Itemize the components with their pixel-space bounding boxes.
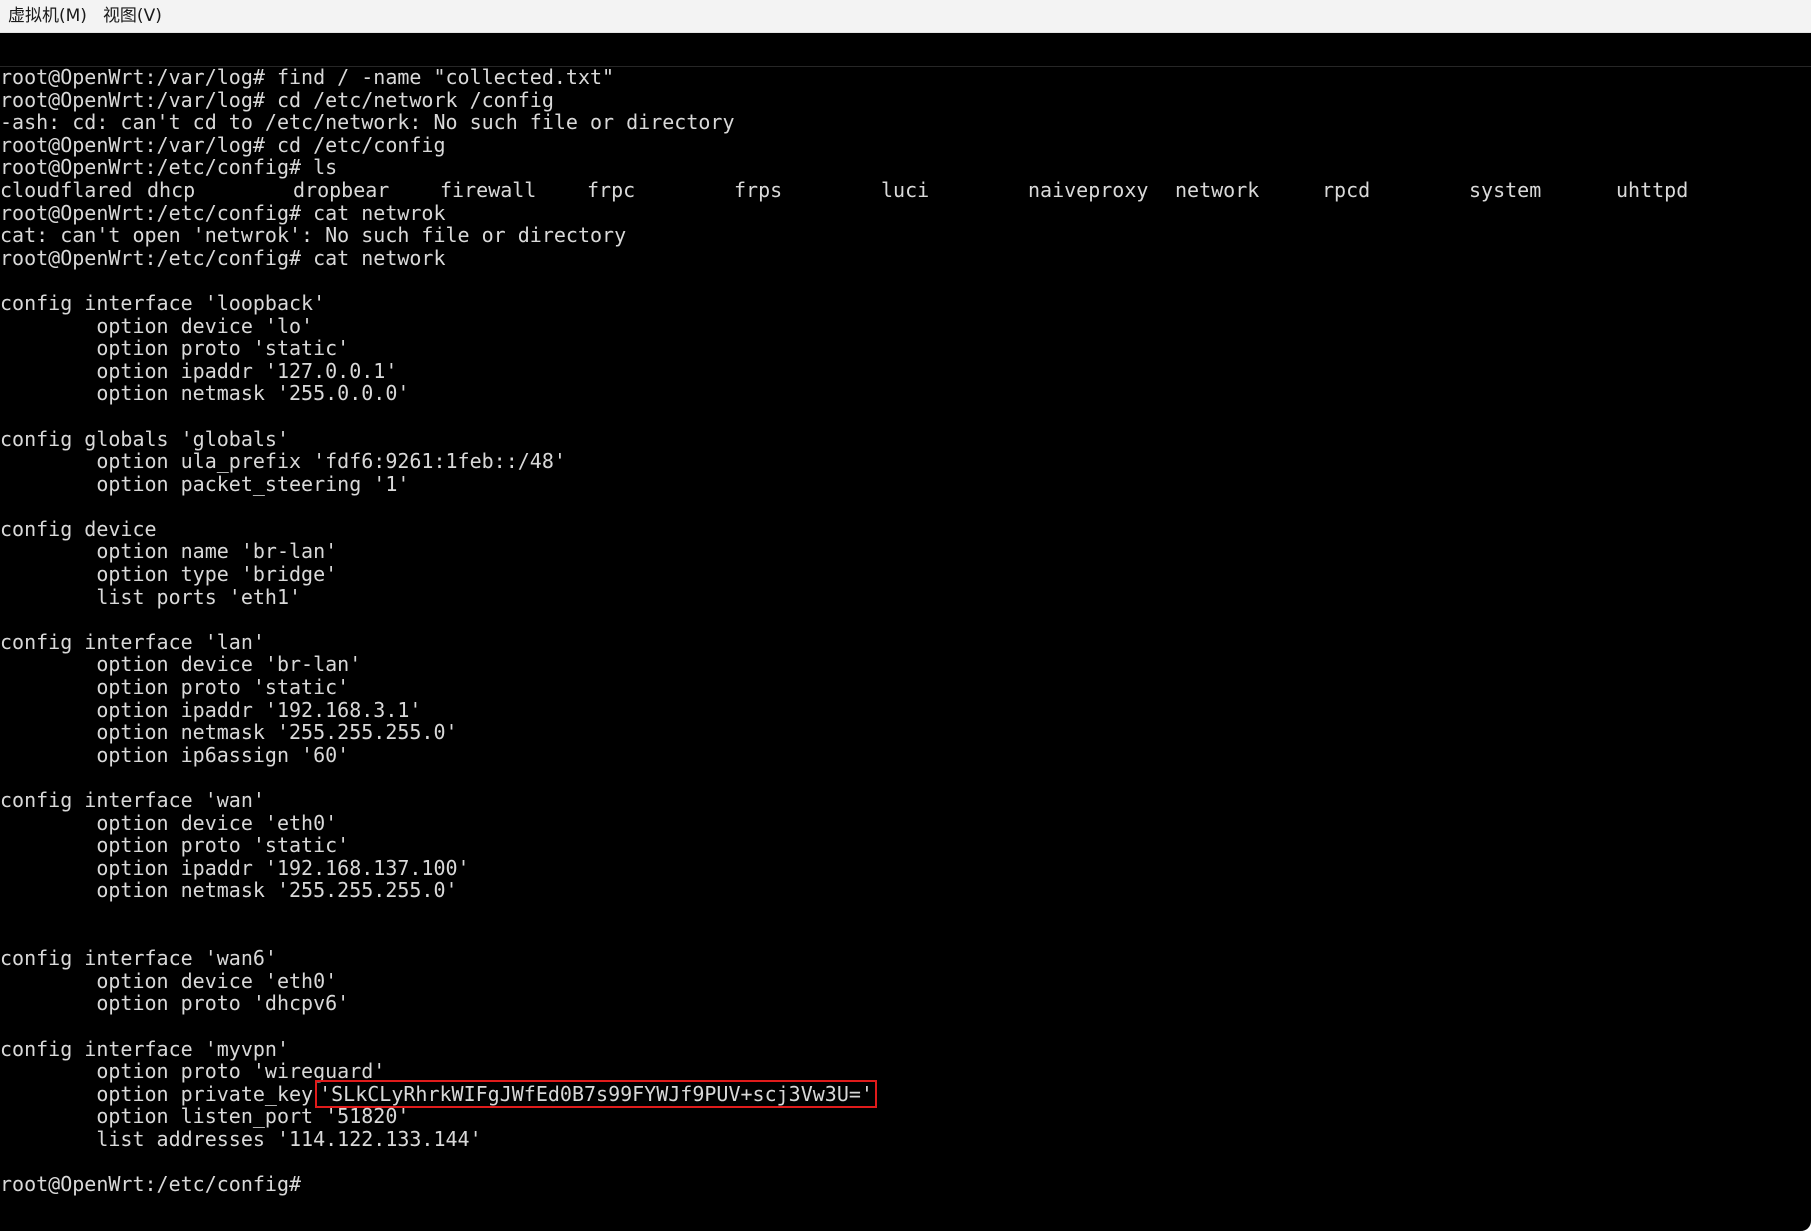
terminal-line: root@OpenWrt:/etc/config# [0,1172,302,1197]
terminal-line: -ash: cd: can't cd to /etc/network: No s… [0,110,735,135]
terminal-line: option proto 'static' [0,336,350,361]
terminal-line: option netmask '255.255.255.0' [0,878,458,903]
terminal-line: list ports 'eth1' [0,584,302,609]
terminal-line: config interface 'loopback' [0,290,326,315]
ls-entry: naiveproxy [1028,177,1149,202]
terminal-line: config interface 'wan6' [0,946,277,971]
ls-output-row: cloudflared dhcp dropbear firewall frpc frps l… [0,179,1811,202]
vm-console-window: 虚拟机(M) 视图(V) root@OpenWrt:/var/log# find… [0,0,1811,1231]
terminal-line: config device [0,516,157,541]
terminal-line: option device 'eth0' [0,810,338,835]
terminal-line: config interface 'wan' [0,788,265,812]
terminal-line: option ipaddr '192.168.3.1' [0,697,422,722]
terminal-line: cat: can't open 'netwrok': No such file … [0,223,627,248]
terminal-line: config globals 'globals' [0,426,289,451]
terminal-line: root@OpenWrt:/var/log# find / -name "col… [0,65,615,89]
ls-entry: luci [881,177,930,202]
terminal-line: root@OpenWrt:/etc/config# cat netwrok [0,200,446,225]
ls-entry: rpcd [1322,177,1371,202]
private-key-line: option private_key 'SLkCLyRhrkWIFgJWfEd0B… [0,1079,1811,1108]
ls-entry: frps [734,177,783,202]
terminal-line: root@OpenWrt:/var/log# cd /etc/network /… [0,87,554,112]
terminal-line: option ula_prefix 'fdf6:9261:1feb::/48' [0,449,566,474]
terminal-line: option proto 'dhcpv6' [0,991,350,1016]
terminal-line: option packet_steering '1' [0,471,410,496]
terminal-line: option ipaddr '127.0.0.1' [0,358,398,383]
terminal-line: option type 'bridge' [0,562,338,587]
terminal-line: option ipaddr '192.168.137.100' [0,855,470,880]
ls-entry: dhcp [147,177,196,202]
private-key-label: option private_key [0,1081,314,1106]
terminal-line: option netmask '255.0.0.0' [0,381,410,406]
terminal-line: option netmask '255.255.255.0' [0,720,458,745]
terminal-line: root@OpenWrt:/etc/config# cat network [0,245,446,270]
terminal-line: option proto 'wireguard' [0,1059,386,1084]
terminal-line: option proto 'static' [0,833,350,858]
terminal-line: root@OpenWrt:/var/log# cd /etc/config [0,132,446,157]
terminal-line: list addresses '114.122.133.144' [0,1126,482,1151]
terminal-line: option device 'eth0' [0,968,338,993]
terminal-line: root@OpenWrt:/etc/config# ls [0,155,338,180]
terminal-line: option listen_port '51820' [0,1104,410,1129]
menu-view[interactable]: 视图(V) [95,0,170,32]
ls-entry: network [1175,177,1260,202]
ls-entry: system [1469,177,1542,202]
terminal-console[interactable]: root@OpenWrt:/var/log# find / -name "col… [0,33,1811,1231]
ls-entry: firewall [440,177,537,202]
terminal-line: option ip6assign '60' [0,742,350,767]
terminal-line: option proto 'static' [0,675,350,700]
ls-entry: cloudflared [0,177,133,202]
terminal-line: config interface 'myvpn' [0,1036,289,1061]
menu-vm[interactable]: 虚拟机(M) [0,0,95,32]
terminal-line: option device 'br-lan' [0,652,362,677]
terminal-line: option name 'br-lan' [0,539,338,564]
ls-entry: frpc [587,177,636,202]
terminal-line: config interface 'lan' [0,629,265,654]
menu-bar: 虚拟机(M) 视图(V) [0,0,1811,33]
terminal-line: option device 'lo' [0,313,314,338]
terminal-screen: root@OpenWrt:/var/log# find / -name "col… [0,66,1811,1196]
terminal-top-strip [0,33,1811,67]
ls-entry: dropbear [293,177,390,202]
ls-entry: uhttpd [1616,177,1689,202]
